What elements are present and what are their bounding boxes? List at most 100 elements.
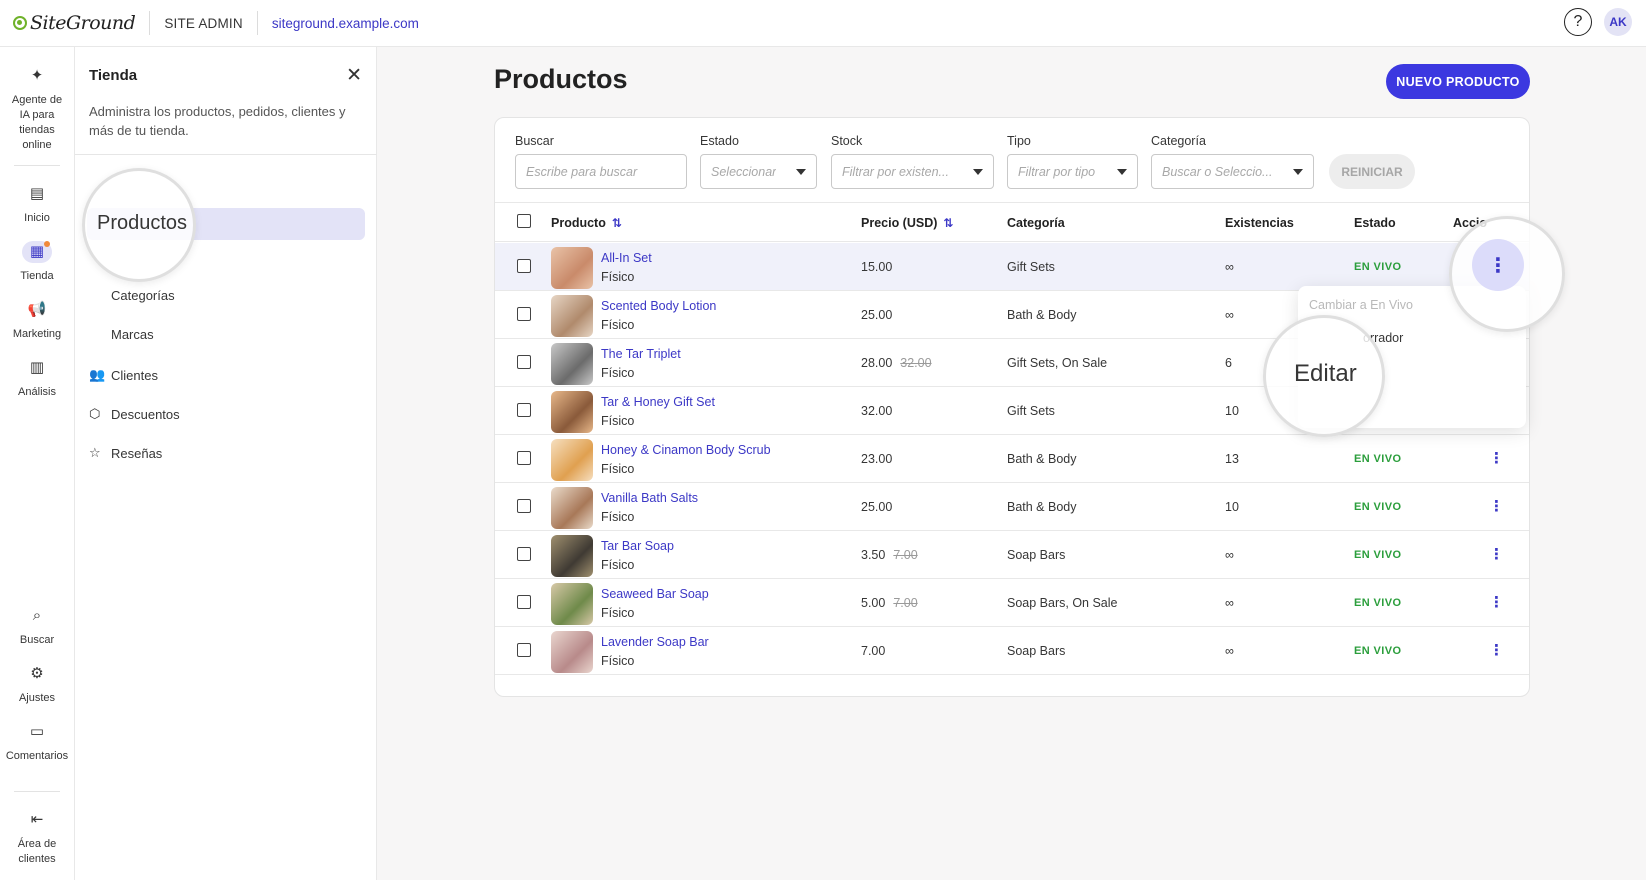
row-checkbox[interactable] — [517, 595, 531, 609]
chevron-down-icon — [1117, 168, 1127, 175]
divider — [14, 791, 60, 792]
search-icon: ⌕ — [32, 607, 42, 624]
stock-select[interactable]: Filtrar por existen... — [831, 154, 994, 189]
product-thumbnail[interactable] — [551, 439, 593, 481]
product-name-link[interactable]: Tar & Honey Gift Set — [601, 395, 715, 409]
product-name-link[interactable]: Vanilla Bath Salts — [601, 491, 698, 505]
new-product-button[interactable]: NUEVO PRODUCTO — [1386, 64, 1530, 99]
rail-item-label: Análisis — [18, 386, 56, 398]
rail-item-buscar[interactable]: ⌕ Buscar — [0, 605, 74, 648]
rail-item-ai-agent[interactable]: ✦ Agente de IA para tiendas online — [0, 65, 74, 153]
row-checkbox[interactable] — [517, 403, 531, 417]
notification-dot — [44, 241, 50, 247]
avatar[interactable]: AK — [1604, 8, 1632, 36]
more-actions-icon[interactable]: ⋮ — [1489, 641, 1504, 661]
row-checkbox[interactable] — [517, 547, 531, 561]
more-actions-icon[interactable]: ⋮ — [1489, 497, 1504, 517]
menu-item-edit[interactable]: Editar — [1294, 360, 1357, 388]
siteground-logo[interactable]: SiteGround — [13, 12, 136, 34]
product-thumbnail[interactable] — [551, 631, 593, 673]
product-category: Soap Bars — [1007, 644, 1066, 658]
price-value: 32.00 — [861, 404, 893, 418]
product-type: Físico — [601, 270, 635, 284]
rail-item-inicio[interactable]: ▤ Inicio — [0, 183, 74, 226]
product-stock: ∞ — [1225, 548, 1234, 562]
column-header-producto[interactable]: Producto ⇅ — [551, 216, 622, 230]
comment-icon: ▭ — [29, 723, 45, 740]
nav-item-categorias[interactable]: Categorías — [111, 288, 175, 303]
product-price: 7.00 — [861, 644, 885, 658]
product-category: Soap Bars — [1007, 548, 1066, 562]
panel-title: Tienda — [89, 67, 138, 84]
tipo-select[interactable]: Filtrar por tipo — [1007, 154, 1138, 189]
reset-button[interactable]: REINICIAR — [1329, 154, 1415, 189]
old-price: 32.00 — [900, 356, 932, 370]
categoria-select[interactable]: Buscar o Seleccio... — [1151, 154, 1314, 189]
dashboard-icon: ▤ — [29, 185, 45, 202]
table-row[interactable]: Honey & Cinamon Body Scrub Físico 23.00 Bat… — [495, 435, 1529, 483]
divider — [14, 165, 60, 166]
more-actions-icon[interactable]: ⋮ — [1489, 593, 1504, 613]
rail-item-comentarios[interactable]: ▭ Comentarios — [0, 721, 74, 764]
product-name-link[interactable]: All-In Set — [601, 251, 652, 265]
status-badge: EN VIVO — [1354, 597, 1402, 609]
row-checkbox[interactable] — [517, 259, 531, 273]
product-thumbnail[interactable] — [551, 295, 593, 337]
product-stock: 13 — [1225, 452, 1239, 466]
product-thumbnail[interactable] — [551, 391, 593, 433]
row-checkbox[interactable] — [517, 307, 531, 321]
row-checkbox[interactable] — [517, 643, 531, 657]
sort-icon[interactable]: ⇅ — [943, 216, 953, 230]
row-checkbox[interactable] — [517, 451, 531, 465]
column-header-precio[interactable]: Precio (USD) ⇅ — [861, 216, 953, 230]
product-name-link[interactable]: Lavender Soap Bar — [601, 635, 709, 649]
product-stock: ∞ — [1225, 308, 1234, 322]
row-checkbox[interactable] — [517, 355, 531, 369]
search-placeholder: Escribe para buscar — [526, 164, 638, 179]
logo-text: SiteGround — [30, 12, 136, 34]
zoomed-productos-label: Productos — [97, 212, 188, 234]
estado-select[interactable]: Seleccionar — [700, 154, 817, 189]
more-actions-icon[interactable]: ⋮ — [1472, 239, 1524, 291]
product-price: 28.00 32.00 — [861, 356, 932, 370]
nav-item-descuentos[interactable]: ⬡ Descuentos — [89, 406, 180, 422]
more-actions-icon[interactable]: ⋮ — [1489, 449, 1504, 469]
rail-item-marketing[interactable]: 📢 Marketing — [0, 299, 74, 342]
product-name-link[interactable]: The Tar Triplet — [601, 347, 681, 361]
product-thumbnail[interactable] — [551, 535, 593, 577]
sort-icon[interactable]: ⇅ — [612, 216, 622, 230]
table-row[interactable]: Lavender Soap Bar Físico 7.00 Soap Bars ∞ EN … — [495, 627, 1529, 675]
status-badge: EN VIVO — [1354, 549, 1402, 561]
nav-item-resenas[interactable]: ☆ Reseñas — [89, 445, 162, 461]
table-row[interactable]: All-In Set Físico 15.00 Gift Sets ∞ EN VIVO — [495, 243, 1529, 291]
product-thumbnail[interactable] — [551, 247, 593, 289]
product-thumbnail[interactable] — [551, 487, 593, 529]
product-name-link[interactable]: Honey & Cinamon Body Scrub — [601, 443, 771, 457]
help-icon[interactable]: ? — [1564, 8, 1592, 36]
product-name-link[interactable]: Tar Bar Soap — [601, 539, 674, 553]
status-badge: EN VIVO — [1354, 261, 1402, 273]
chevron-down-icon — [1293, 168, 1303, 175]
product-category: Bath & Body — [1007, 500, 1077, 514]
table-row[interactable]: Seaweed Bar Soap Físico 5.00 7.00 Soap Bars,… — [495, 579, 1529, 627]
site-url-link[interactable]: siteground.example.com — [272, 16, 419, 31]
rail-item-ajustes[interactable]: ⚙ Ajustes — [0, 663, 74, 706]
select-all-checkbox[interactable] — [517, 214, 531, 228]
more-actions-icon[interactable]: ⋮ — [1489, 545, 1504, 565]
table-row[interactable]: Tar Bar Soap Físico 3.50 7.00 Soap Bars ∞ EN V… — [495, 531, 1529, 579]
close-icon[interactable]: ✕ — [346, 64, 362, 87]
product-name-link[interactable]: Scented Body Lotion — [601, 299, 716, 313]
table-row[interactable]: Vanilla Bath Salts Físico 25.00 Bath & Body… — [495, 483, 1529, 531]
nav-item-marcas[interactable]: Marcas — [111, 327, 154, 342]
rail-item-tienda[interactable]: ▦ Tienda — [0, 241, 74, 284]
nav-item-clientes[interactable]: 👥 Clientes — [89, 367, 158, 383]
rail-item-area-clientes[interactable]: ⇤ Área de clientes — [0, 809, 74, 867]
search-input[interactable]: Escribe para buscar — [515, 154, 687, 189]
rail-item-label: Ajustes — [18, 692, 56, 704]
product-thumbnail[interactable] — [551, 583, 593, 625]
product-name-link[interactable]: Seaweed Bar Soap — [601, 587, 709, 601]
row-checkbox[interactable] — [517, 499, 531, 513]
rail-item-analisis[interactable]: ▥ Análisis — [0, 357, 74, 400]
product-thumbnail[interactable] — [551, 343, 593, 385]
rail-item-label: Tienda — [20, 270, 54, 282]
